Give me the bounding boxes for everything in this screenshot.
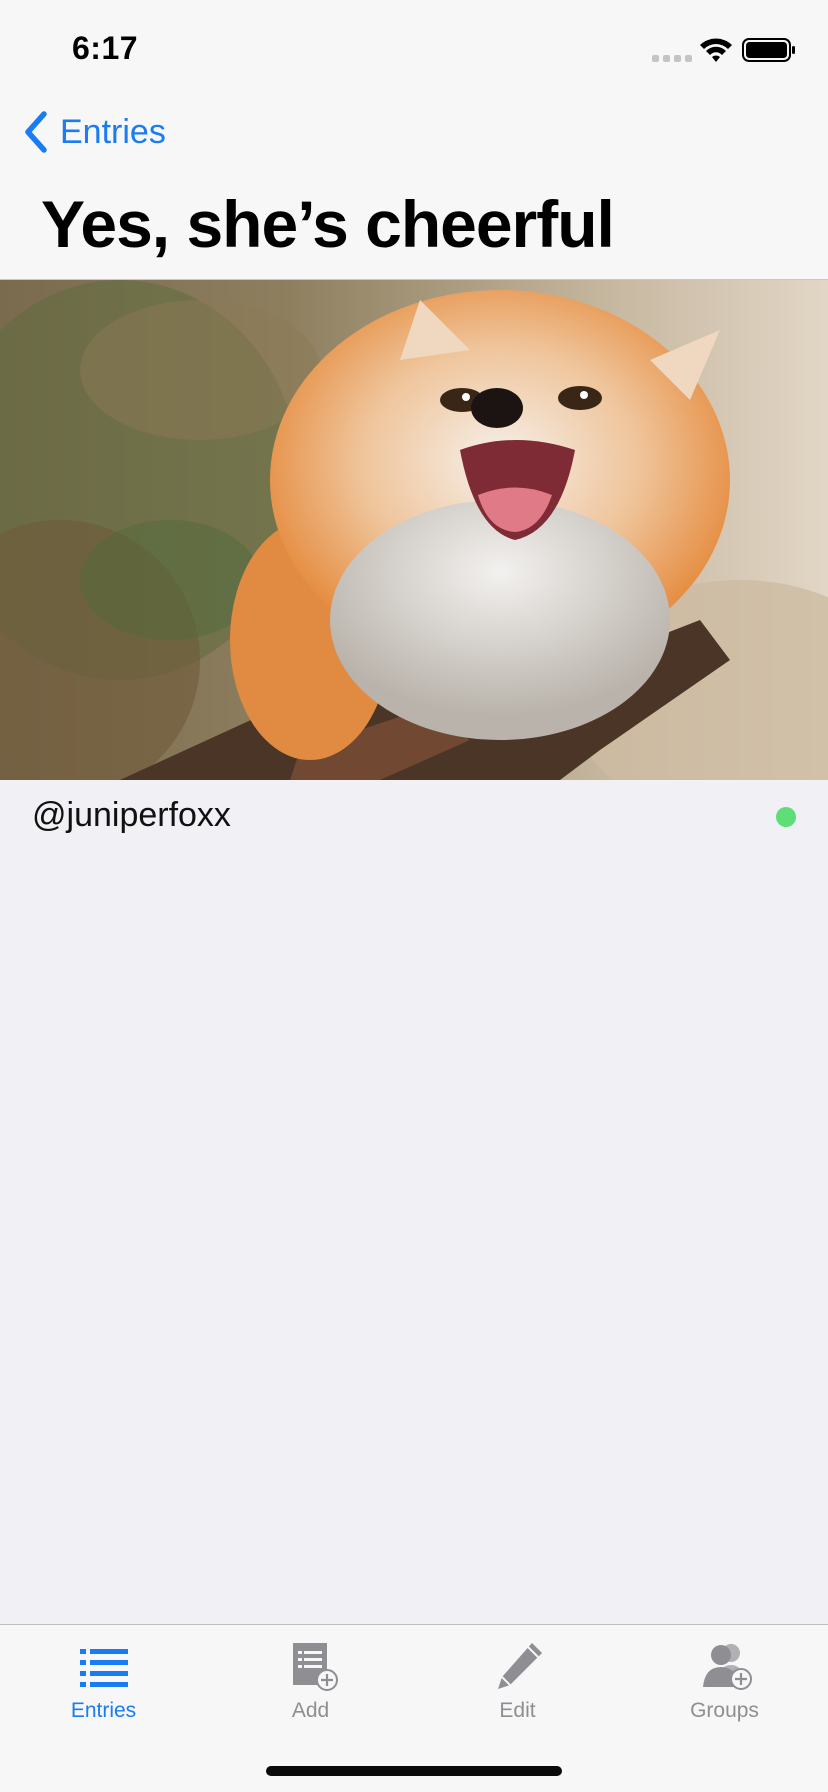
entry-username: @juniperfoxx (32, 796, 231, 834)
pencil-icon (497, 1643, 542, 1689)
tab-groups[interactable]: Groups (621, 1639, 828, 1739)
battery-icon (742, 38, 795, 62)
tab-label: Groups (690, 1699, 759, 1722)
tab-label: Entries (70, 1699, 137, 1722)
tab-entries[interactable]: Entries (0, 1639, 207, 1739)
wifi-icon (700, 38, 732, 62)
home-indicator[interactable] (266, 1766, 562, 1776)
fox-photo (0, 280, 828, 780)
header-area: 6:17 Entries Yes, she’s cheerful (0, 0, 828, 280)
online-status-dot (776, 807, 796, 827)
tab-label: Add (291, 1699, 330, 1722)
list-icon (79, 1649, 128, 1687)
status-time: 6:17 (72, 30, 139, 66)
back-button[interactable]: Entries (22, 108, 166, 156)
back-button-label: Entries (60, 112, 166, 151)
tab-add[interactable]: Add (207, 1639, 414, 1739)
add-group-icon (702, 1644, 752, 1690)
chevron-left-icon (25, 111, 47, 153)
add-document-icon (292, 1643, 338, 1691)
tab-label: Edit (499, 1699, 536, 1722)
cellular-signal-icon (652, 55, 692, 62)
page-title: Yes, she’s cheerful (41, 187, 615, 261)
tab-edit[interactable]: Edit (414, 1639, 621, 1739)
